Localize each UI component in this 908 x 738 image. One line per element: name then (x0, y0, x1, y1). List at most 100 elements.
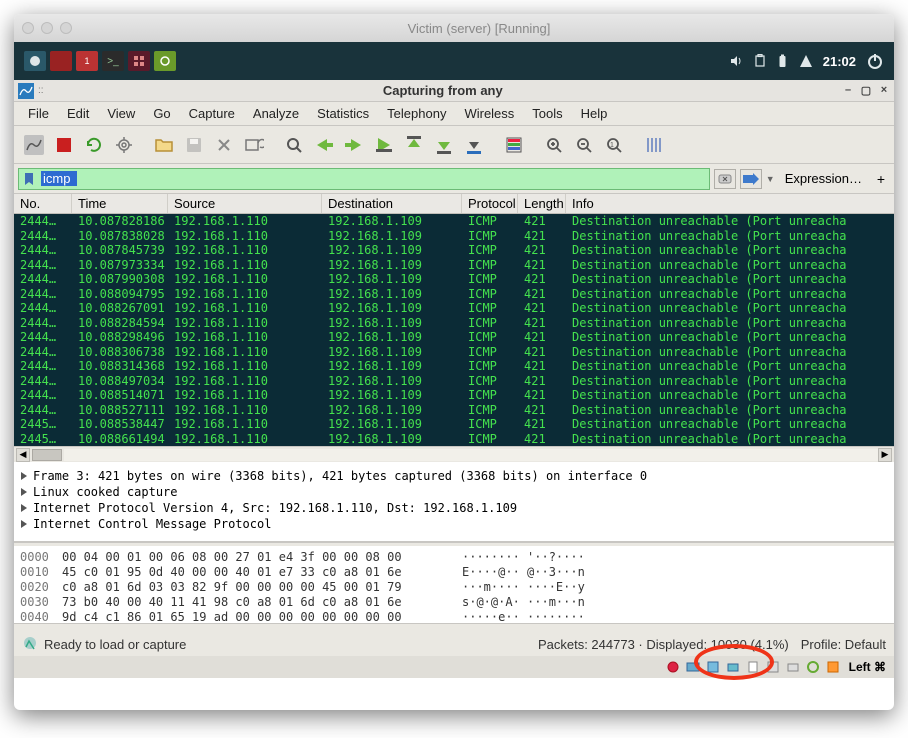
packet-row[interactable]: 2445…10.088661494192.168.1.110192.168.1.… (14, 432, 894, 447)
zoom-in-button[interactable] (540, 131, 568, 159)
packet-row[interactable]: 2444…10.088306738192.168.1.110192.168.1.… (14, 345, 894, 360)
display-filter-input[interactable] (41, 171, 77, 186)
menu-capture[interactable]: Capture (181, 104, 243, 123)
filter-clear-button[interactable] (714, 169, 736, 189)
packet-row[interactable]: 2444…10.087990308192.168.1.110192.168.1.… (14, 272, 894, 287)
column-header-destination[interactable]: Destination (322, 194, 462, 213)
close-button[interactable]: × (878, 84, 890, 97)
filter-bookmark-icon[interactable] (23, 172, 37, 186)
restart-capture-button[interactable] (80, 131, 108, 159)
packet-row[interactable]: 2444…10.087828186192.168.1.110192.168.1.… (14, 214, 894, 229)
packet-row[interactable]: 2444…10.088284594192.168.1.110192.168.1.… (14, 316, 894, 331)
start-capture-button[interactable] (20, 131, 48, 159)
details-tree-item[interactable]: Internet Control Message Protocol (18, 516, 890, 532)
close-file-button[interactable] (210, 131, 238, 159)
tray-icon-8[interactable] (805, 659, 821, 675)
packet-row[interactable]: 2444…10.088514071192.168.1.110192.168.1.… (14, 388, 894, 403)
volume-icon[interactable] (730, 54, 744, 68)
maximize-button[interactable]: ▢ (860, 84, 872, 97)
packet-row[interactable]: 2444…10.088094795192.168.1.110192.168.1.… (14, 287, 894, 302)
tray-icon-3[interactable] (705, 659, 721, 675)
column-header-protocol[interactable]: Protocol (462, 194, 518, 213)
filter-add-button[interactable]: + (872, 171, 890, 187)
packet-row[interactable]: 2444…10.087973334192.168.1.110192.168.1.… (14, 258, 894, 273)
expert-info-icon[interactable] (22, 635, 38, 654)
menu-help[interactable]: Help (573, 104, 616, 123)
expand-arrow-icon[interactable] (21, 488, 27, 496)
clipboard-icon[interactable] (754, 54, 766, 68)
packet-row[interactable]: 2444…10.087845739192.168.1.110192.168.1.… (14, 243, 894, 258)
display-filter-field[interactable] (18, 168, 710, 190)
save-button[interactable] (180, 131, 208, 159)
auto-scroll-button[interactable] (460, 131, 488, 159)
tray-icon-1[interactable] (665, 659, 681, 675)
tray-icon-5[interactable] (745, 659, 761, 675)
details-tree-item[interactable]: Internet Protocol Version 4, Src: 192.16… (18, 500, 890, 516)
menu-analyze[interactable]: Analyze (245, 104, 307, 123)
hex-row[interactable]: 000000 04 00 01 00 06 08 00 27 01 e4 3f … (20, 550, 888, 565)
column-header-no[interactable]: No. (14, 194, 72, 213)
colorize-button[interactable] (500, 131, 528, 159)
packet-row[interactable]: 2444…10.088267091192.168.1.110192.168.1.… (14, 301, 894, 316)
column-header-time[interactable]: Time (72, 194, 168, 213)
go-last-button[interactable] (430, 131, 458, 159)
menu-file[interactable]: File (20, 104, 57, 123)
zoom-reset-button[interactable]: 1 (600, 131, 628, 159)
panel-app-menu-icon[interactable] (24, 51, 46, 71)
menu-statistics[interactable]: Statistics (309, 104, 377, 123)
tray-icon-2[interactable] (685, 659, 701, 675)
minimize-button[interactable]: – (842, 84, 854, 97)
column-header-info[interactable]: Info (566, 194, 894, 213)
mac-zoom-button[interactable] (60, 22, 72, 34)
go-prev-button[interactable] (310, 131, 338, 159)
panel-item-1[interactable] (50, 51, 72, 71)
zoom-out-button[interactable] (570, 131, 598, 159)
stop-capture-button[interactable] (50, 131, 78, 159)
panel-item-4[interactable] (128, 51, 150, 71)
mac-close-button[interactable] (22, 22, 34, 34)
menu-view[interactable]: View (99, 104, 143, 123)
scroll-left-icon[interactable]: ◀ (16, 448, 30, 462)
panel-item-5[interactable] (154, 51, 176, 71)
scroll-right-icon[interactable]: ▶ (878, 448, 892, 462)
packet-row[interactable]: 2444…10.088497034192.168.1.110192.168.1.… (14, 374, 894, 389)
hex-row[interactable]: 001045 c0 01 95 0d 40 00 00 40 01 e7 33 … (20, 565, 888, 580)
expand-arrow-icon[interactable] (21, 504, 27, 512)
menu-telephony[interactable]: Telephony (379, 104, 454, 123)
details-tree-item[interactable]: Frame 3: 421 bytes on wire (3368 bits), … (18, 468, 890, 484)
packet-list-scrollbar[interactable]: ◀ ▶ (14, 446, 894, 462)
power-icon[interactable] (866, 52, 884, 70)
packet-row[interactable]: 2445…10.088538447192.168.1.110192.168.1.… (14, 417, 894, 432)
packet-row[interactable]: 2444…10.087838028192.168.1.110192.168.1.… (14, 229, 894, 244)
go-next-button[interactable] (340, 131, 368, 159)
hex-row[interactable]: 003073 b0 40 00 40 11 41 98 c0 a8 01 6d … (20, 595, 888, 610)
column-header-source[interactable]: Source (168, 194, 322, 213)
packet-bytes-pane[interactable]: 000000 04 00 01 00 06 08 00 27 01 e4 3f … (14, 546, 894, 624)
packet-row[interactable]: 2444…10.088314368192.168.1.110192.168.1.… (14, 359, 894, 374)
packet-details-pane[interactable]: Frame 3: 421 bytes on wire (3368 bits), … (14, 462, 894, 542)
packet-list[interactable]: 2444…10.087828186192.168.1.110192.168.1.… (14, 214, 894, 446)
open-file-button[interactable] (150, 131, 178, 159)
filter-apply-button[interactable] (740, 169, 762, 189)
packet-row[interactable]: 2444…10.088298496192.168.1.110192.168.1.… (14, 330, 894, 345)
menu-tools[interactable]: Tools (524, 104, 570, 123)
find-packet-button[interactable] (280, 131, 308, 159)
resize-columns-button[interactable] (640, 131, 668, 159)
go-first-button[interactable] (400, 131, 428, 159)
panel-terminal-icon[interactable]: >_ (102, 51, 124, 71)
reload-button[interactable] (240, 131, 268, 159)
hex-row[interactable]: 00409d c4 c1 86 01 65 19 ad 00 00 00 00 … (20, 610, 888, 624)
hex-row[interactable]: 0020c0 a8 01 6d 03 03 82 9f 00 00 00 00 … (20, 580, 888, 595)
tray-icon-6[interactable] (765, 659, 781, 675)
scrollbar-thumb[interactable] (32, 449, 62, 461)
filter-dropdown-icon[interactable]: ▼ (766, 174, 775, 184)
capture-options-button[interactable] (110, 131, 138, 159)
tray-icon-7[interactable] (785, 659, 801, 675)
mac-minimize-button[interactable] (41, 22, 53, 34)
details-tree-item[interactable]: Linux cooked capture (18, 484, 890, 500)
menu-wireless[interactable]: Wireless (456, 104, 522, 123)
menu-edit[interactable]: Edit (59, 104, 97, 123)
tray-icon-4[interactable] (725, 659, 741, 675)
filter-expression-button[interactable]: Expression… (779, 169, 868, 188)
expand-arrow-icon[interactable] (21, 472, 27, 480)
